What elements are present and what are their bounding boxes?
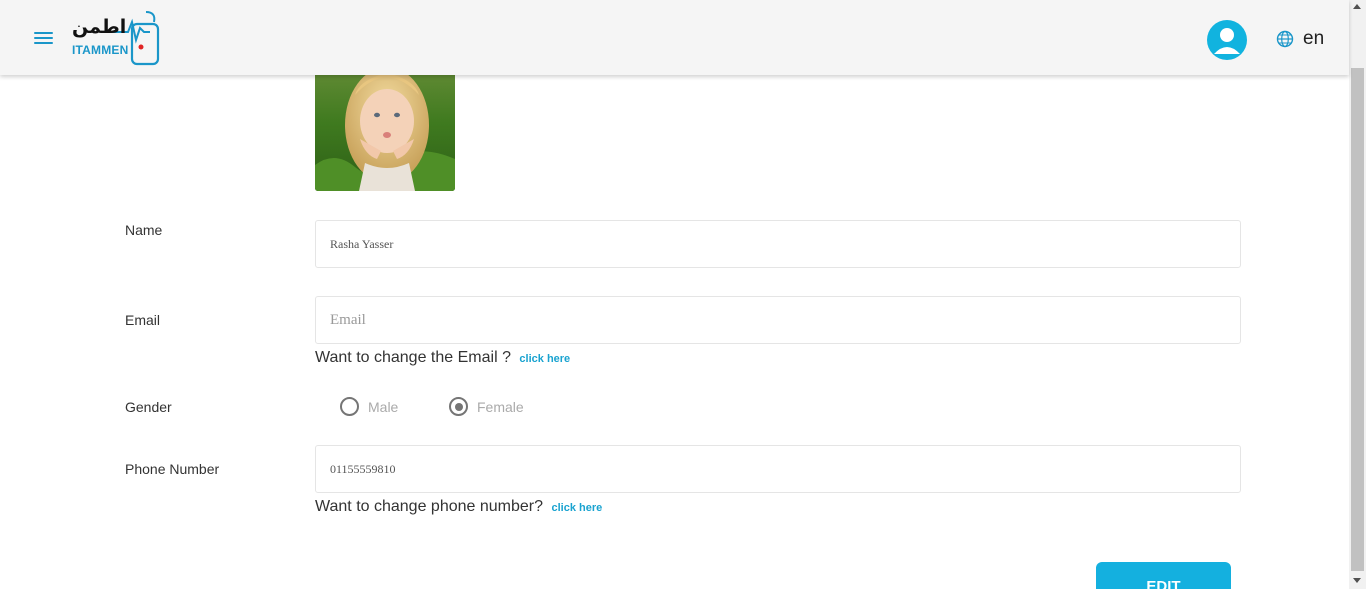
email-change-text: Want to change the Email ? [315,349,511,366]
gender-female-label: Female [477,398,524,415]
vertical-scrollbar[interactable] [1349,0,1366,589]
email-label: Email [125,312,161,328]
email-field[interactable] [315,296,1241,344]
phone-change-hint: Want to change phone number? click here [315,498,602,516]
scroll-thumb[interactable] [1351,68,1364,571]
hamburger-menu-icon[interactable] [34,30,54,46]
gender-label: Gender [125,399,172,415]
gender-female-radio[interactable]: Female [449,397,524,416]
scroll-up-arrow-icon[interactable] [1353,4,1361,9]
gender-male-radio[interactable]: Male [340,397,398,416]
radio-circle-icon [340,397,359,416]
logo-english-text: ITAMMEN [72,43,129,57]
globe-icon[interactable] [1276,30,1294,48]
gender-male-label: Male [368,398,399,415]
phone-label: Phone Number [125,461,220,477]
phone-change-text: Want to change phone number? [315,498,544,515]
phone-change-link[interactable]: click here [551,502,602,514]
profile-photo [315,55,455,191]
name-field[interactable] [315,220,1241,268]
itammen-logo[interactable]: اطمن ITAMMEN [70,10,165,66]
profile-page: Name Email Want to change the Email ? cl… [0,0,1366,589]
phone-field[interactable] [315,445,1241,493]
logo-arabic-text: اطمن [72,16,127,38]
edit-button[interactable]: EDIT [1096,562,1231,589]
email-change-hint: Want to change the Email ? click here [315,349,570,367]
child-photo-image [315,55,455,191]
top-header: اطمن ITAMMEN en [0,0,1349,75]
name-label: Name [125,222,163,238]
scroll-down-arrow-icon[interactable] [1353,578,1361,583]
language-selector[interactable]: en [1303,28,1324,50]
user-silhouette-icon [1214,28,1240,54]
email-change-link[interactable]: click here [519,353,570,365]
user-avatar-icon[interactable] [1207,20,1247,60]
radio-checked-icon [449,397,468,416]
